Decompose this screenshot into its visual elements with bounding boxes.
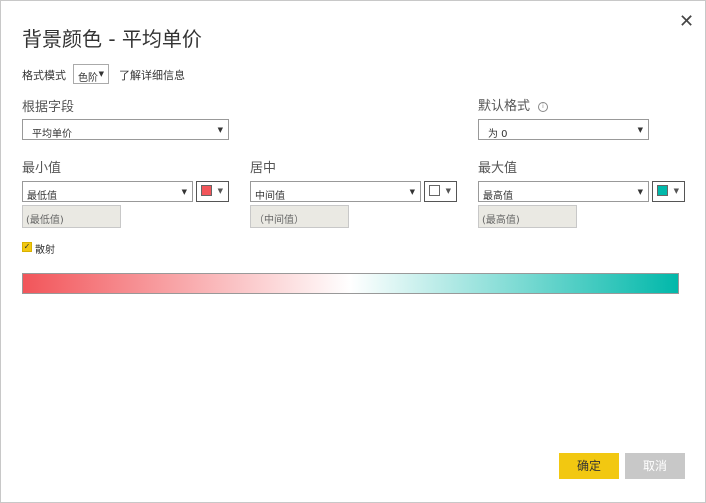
center-type-value: 中间值 — [255, 191, 285, 202]
maximum-type-dropdown[interactable]: 最高值 ▼ — [478, 181, 649, 202]
minimum-color-picker[interactable]: ▼ — [196, 181, 229, 202]
default-format-label: 默认格式 — [478, 99, 531, 114]
learn-more-link[interactable]: 了解详细信息 — [119, 67, 185, 83]
chevron-down-icon: ▼ — [637, 126, 643, 134]
close-icon[interactable]: ✕ — [679, 12, 694, 32]
maximum-color-picker[interactable]: ▼ — [652, 181, 685, 202]
chevron-down-icon: ▼ — [181, 188, 187, 196]
chevron-down-icon: ▼ — [445, 187, 451, 195]
chevron-down-icon: ▼ — [673, 187, 679, 195]
default-format-dropdown[interactable]: 为 0 ▼ — [478, 119, 649, 140]
minimum-type-dropdown[interactable]: 最低值 ▼ — [22, 181, 193, 202]
background-color-dialog: ✕ 背景颜色 - 平均单价 格式模式 色阶 ▼ 了解详细信息 根据字段 平均单价… — [0, 0, 706, 503]
center-color-picker[interactable]: ▼ — [424, 181, 457, 202]
maximum-value-input[interactable]: (最高值) — [478, 205, 577, 228]
based-on-field-heading: 根据字段 — [22, 100, 75, 115]
chevron-down-icon: ▼ — [217, 126, 223, 134]
default-format-heading: 默认格式 i — [478, 95, 549, 114]
ok-button[interactable]: 确定 — [559, 453, 619, 479]
chevron-down-icon: ▼ — [409, 188, 415, 196]
center-type-dropdown[interactable]: 中间值 ▼ — [250, 181, 421, 202]
diverging-checkbox[interactable]: ✓ — [22, 242, 32, 252]
center-value-input[interactable]: （中间值） — [250, 205, 349, 228]
center-heading: 居中 — [250, 161, 277, 176]
chevron-down-icon: ▼ — [98, 70, 104, 78]
format-mode-value: 色阶 — [78, 73, 98, 84]
maximum-heading: 最大值 — [478, 161, 518, 176]
color-swatch — [201, 185, 212, 196]
cancel-button[interactable]: 取消 — [625, 453, 685, 479]
color-swatch — [657, 185, 668, 196]
minimum-value-input[interactable]: (最低值) — [22, 205, 121, 228]
chevron-down-icon: ▼ — [637, 188, 643, 196]
color-scale-preview — [22, 273, 679, 294]
default-format-value: 为 0 — [488, 129, 508, 140]
field-dropdown[interactable]: 平均单价 ▼ — [22, 119, 229, 140]
field-value: 平均单价 — [32, 129, 72, 140]
format-mode-select[interactable]: 色阶 ▼ — [73, 64, 109, 84]
chevron-down-icon: ▼ — [217, 187, 223, 195]
minimum-type-value: 最低值 — [27, 191, 57, 202]
color-swatch — [429, 185, 440, 196]
diverging-label: 散射 — [35, 245, 55, 256]
dialog-title: 背景颜色 - 平均单价 — [22, 27, 202, 51]
info-icon[interactable]: i — [538, 102, 549, 112]
minimum-heading: 最小值 — [22, 161, 62, 176]
format-mode-label: 格式模式 — [22, 69, 66, 82]
maximum-type-value: 最高值 — [483, 191, 513, 202]
